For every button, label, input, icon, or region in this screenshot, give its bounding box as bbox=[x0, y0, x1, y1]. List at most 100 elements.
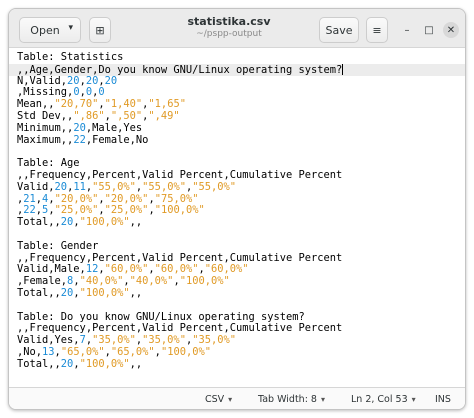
string-token: "60,0%" bbox=[204, 263, 249, 276]
number-token: 21 bbox=[23, 192, 36, 205]
maximize-button[interactable]: □ bbox=[421, 22, 437, 38]
status-bar: CSV ▾ Tab Width: 8 ▾ Ln 2, Col 53 ▾ INS bbox=[9, 387, 465, 409]
string-token: "1,65" bbox=[148, 98, 186, 111]
string-token: "55,0%" bbox=[92, 180, 136, 193]
text-token: ,, bbox=[129, 357, 143, 370]
chevron-down-icon: ▾ bbox=[411, 395, 416, 404]
string-token: "65,0%" bbox=[60, 345, 105, 358]
cursor-position-selector[interactable]: Ln 2, Col 53 ▾ bbox=[351, 394, 416, 405]
string-token: "35,0%" bbox=[142, 334, 186, 347]
text-token: Valid, bbox=[17, 180, 55, 193]
menu-button[interactable]: ≡ bbox=[366, 17, 388, 43]
number-token: 20 bbox=[85, 74, 99, 87]
string-token: "100,0%" bbox=[154, 204, 205, 217]
string-token: "25,0%" bbox=[54, 204, 99, 217]
text-token: ,,Frequency,Percent,Valid Percent,Cumula… bbox=[17, 251, 343, 264]
string-token: "100,0%" bbox=[79, 286, 130, 299]
text-token: Minimum,, bbox=[17, 121, 74, 134]
header-bar: Open ▾ ⊞ statistika.csv ~/pspp-output Sa… bbox=[9, 9, 465, 48]
text-token: Valid,Male, bbox=[17, 263, 86, 276]
string-token: ",49" bbox=[148, 109, 180, 122]
hamburger-menu-icon: ≡ bbox=[372, 23, 382, 37]
string-token: "20,0%" bbox=[104, 192, 149, 205]
text-token: Table: Gender bbox=[17, 239, 99, 252]
save-button[interactable]: Save bbox=[319, 17, 359, 43]
string-token: "20,0%" bbox=[54, 192, 99, 205]
new-tab-button[interactable]: ⊞ bbox=[89, 17, 111, 43]
string-token: ",86" bbox=[73, 109, 105, 122]
editor-line: Total,,20,"100,0%",, bbox=[17, 357, 465, 371]
chevron-down-icon: ▾ bbox=[320, 395, 325, 404]
number-token: 0 bbox=[98, 86, 105, 99]
text-token: Maximum,, bbox=[17, 133, 74, 146]
text-cursor bbox=[342, 63, 344, 75]
number-token: 20 bbox=[54, 180, 68, 193]
text-token: Mean,, bbox=[17, 98, 55, 111]
text-token: Valid,Yes, bbox=[17, 334, 80, 347]
window-subtitle: ~/pspp-output bbox=[196, 29, 262, 39]
string-token: "65,0%" bbox=[110, 345, 155, 358]
number-token: 20 bbox=[60, 216, 74, 229]
text-token: Table: Statistics bbox=[17, 51, 124, 63]
text-token: Table: Do you know GNU/Linux operating s… bbox=[17, 310, 305, 323]
text-token: Total,, bbox=[17, 357, 61, 370]
string-token: "100,0%" bbox=[160, 345, 211, 358]
text-token: Total,, bbox=[17, 286, 61, 299]
number-token: 20 bbox=[73, 121, 86, 134]
chevron-down-icon: ▾ bbox=[68, 23, 73, 33]
number-token: 20 bbox=[104, 74, 118, 87]
cursor-position-label: Ln 2, Col 53 bbox=[351, 394, 408, 405]
string-token: "25,0%" bbox=[104, 204, 149, 217]
string-token: "20,70" bbox=[54, 98, 99, 111]
language-label: CSV bbox=[205, 394, 225, 405]
number-token: 12 bbox=[85, 263, 99, 276]
text-token: N,Valid, bbox=[17, 74, 68, 87]
editor-line: Maximum,,22,Female,No bbox=[17, 133, 465, 147]
number-token: 20 bbox=[60, 357, 74, 370]
string-token: ",50" bbox=[110, 109, 143, 122]
text-token: ,No, bbox=[17, 345, 43, 358]
text-token: Table: Age bbox=[17, 157, 80, 170]
string-token: "55,0%" bbox=[142, 180, 186, 193]
string-token: "60,0%" bbox=[154, 263, 199, 276]
window-title: statistika.csv bbox=[187, 15, 271, 28]
string-token: "75,0%" bbox=[154, 192, 199, 205]
editor-line: Table: Statistics bbox=[17, 51, 465, 64]
editor-window: Open ▾ ⊞ statistika.csv ~/pspp-output Sa… bbox=[8, 8, 466, 410]
number-token: 20 bbox=[67, 74, 80, 87]
string-token: "35,0%" bbox=[92, 334, 136, 347]
editor-line: Total,,20,"100,0%",, bbox=[17, 216, 465, 229]
open-button-label: Open bbox=[30, 23, 60, 37]
new-tab-icon: ⊞ bbox=[95, 23, 105, 37]
string-token: "100,0%" bbox=[79, 216, 130, 229]
close-button[interactable]: ✕ bbox=[443, 22, 459, 38]
text-token: ,Female, bbox=[17, 275, 68, 288]
text-token: ,, bbox=[129, 286, 143, 299]
text-editor-area[interactable]: Table: Statistics ,,Age,Gender,Do you kno… bbox=[9, 49, 465, 387]
number-token: 11 bbox=[73, 180, 86, 193]
open-button[interactable]: Open ▾ bbox=[19, 17, 81, 43]
text-token: ,,Frequency,Percent,Valid Percent,Cumula… bbox=[17, 168, 343, 181]
tab-width-label: Tab Width: 8 bbox=[258, 394, 317, 405]
number-token: 22 bbox=[23, 204, 36, 217]
chevron-down-icon: ▾ bbox=[228, 395, 233, 404]
text-token: ,, bbox=[129, 216, 143, 229]
number-token: 20 bbox=[60, 286, 74, 299]
tab-width-selector[interactable]: Tab Width: 8 ▾ bbox=[258, 394, 325, 405]
string-token: "100,0%" bbox=[79, 357, 130, 370]
string-token: "40,0%" bbox=[129, 275, 174, 288]
editor-line: Total,,20,"100,0%",, bbox=[17, 286, 465, 300]
string-token: "40,0%" bbox=[79, 275, 124, 288]
minimize-button[interactable]: – bbox=[399, 22, 415, 38]
text-token: ,Missing, bbox=[17, 86, 74, 99]
text-token: Std Dev,, bbox=[17, 109, 74, 122]
string-token: "55,0%" bbox=[192, 180, 237, 193]
string-token: "1,40" bbox=[104, 98, 143, 111]
text-token: ,,Frequency,Percent,Valid Percent,Cumula… bbox=[17, 322, 343, 335]
insert-mode-indicator[interactable]: INS bbox=[435, 394, 451, 405]
text-token: ,Male,Yes bbox=[85, 121, 143, 134]
text-token: ,Female,No bbox=[85, 133, 149, 146]
number-token: 22 bbox=[73, 133, 86, 146]
language-selector[interactable]: CSV ▾ bbox=[205, 394, 232, 405]
